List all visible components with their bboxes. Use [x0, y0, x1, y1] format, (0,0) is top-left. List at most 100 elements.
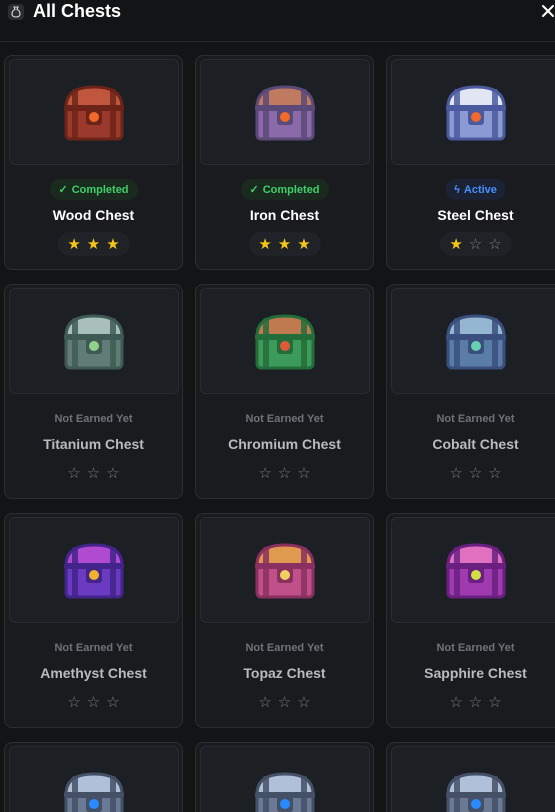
chest-icon [446, 543, 506, 599]
status-badge: Not Earned Yet [427, 637, 523, 658]
chest-icon [64, 543, 124, 599]
chest-image [391, 288, 555, 394]
star-filled-icon: ★ [449, 236, 463, 253]
star-rating: ☆ ☆ ☆ [57, 690, 129, 714]
star-rating: ★ ☆ ☆ [439, 232, 512, 256]
chest-image [9, 288, 179, 394]
star-empty-icon: ☆ [67, 694, 81, 711]
chest-icon [255, 543, 315, 599]
star-filled-icon: ★ [86, 236, 101, 253]
chest-name: Amethyst Chest [40, 665, 147, 681]
chest-image [200, 746, 370, 812]
star-empty-icon: ☆ [67, 465, 81, 482]
chest-card[interactable]: Not Earned Yet Sapphire Chest ☆ ☆ ☆ [386, 513, 555, 728]
chest-card[interactable]: Not Earned Yet Chromium Chest ☆ ☆ ☆ [195, 284, 374, 499]
chest-name: Cobalt Chest [432, 436, 519, 452]
star-rating: ☆ ☆ ☆ [439, 461, 511, 485]
status-badge: Not Earned Yet [427, 408, 523, 429]
header: All Chests [0, 0, 555, 42]
status-text: Completed [262, 183, 320, 196]
chest-icon [64, 314, 124, 370]
star-empty-icon: ☆ [258, 465, 272, 482]
chest-card[interactable]: ✓ Completed Wood Chest ★ ★ ★ [4, 55, 183, 270]
chest-card[interactable]: Not Earned Yet Titanium Chest ☆ ☆ ☆ [4, 284, 183, 499]
chest-name: Titanium Chest [43, 436, 144, 452]
chest-name: Iron Chest [249, 207, 320, 223]
star-filled-icon: ★ [297, 236, 311, 253]
chest-icon [64, 85, 124, 141]
status-text: Not Earned Yet [436, 641, 515, 654]
star-filled-icon: ★ [106, 236, 120, 253]
star-empty-icon: ☆ [449, 465, 463, 482]
chest-card[interactable] [4, 742, 183, 812]
star-empty-icon: ☆ [86, 694, 101, 711]
star-rating: ★ ★ ★ [248, 232, 321, 256]
star-empty-icon: ☆ [488, 694, 502, 711]
chest-card[interactable]: ✓ Completed Iron Chest ★ ★ ★ [195, 55, 374, 270]
status-text: Not Earned Yet [245, 641, 324, 654]
chest-image [200, 288, 370, 394]
star-rating: ☆ ☆ ☆ [57, 461, 129, 485]
status-badge: Not Earned Yet [45, 408, 141, 429]
status-badge: Not Earned Yet [45, 637, 141, 658]
lightning-icon: ϟ [454, 183, 460, 196]
check-icon: ✓ [58, 184, 68, 196]
star-empty-icon: ☆ [488, 465, 502, 482]
chest-icon [446, 85, 506, 141]
chest-card[interactable]: ϟ Active Steel Chest ★ ☆ ☆ [386, 55, 555, 270]
status-text: Not Earned Yet [54, 641, 133, 654]
status-text: Not Earned Yet [436, 412, 515, 425]
star-empty-icon: ☆ [297, 465, 311, 482]
chest-card[interactable]: Not Earned Yet Amethyst Chest ☆ ☆ ☆ [4, 513, 183, 728]
chest-icon [255, 85, 315, 141]
star-filled-icon: ★ [258, 236, 272, 253]
chest-image [9, 746, 179, 812]
chest-card[interactable] [195, 742, 374, 812]
close-icon[interactable] [539, 2, 555, 20]
chest-name: Sapphire Chest [424, 665, 527, 681]
status-text: Completed [71, 183, 129, 196]
chest-image [391, 59, 555, 165]
status-text: Not Earned Yet [245, 412, 324, 425]
status-badge: Not Earned Yet [236, 637, 332, 658]
chest-card[interactable] [386, 742, 555, 812]
star-rating: ☆ ☆ ☆ [248, 461, 320, 485]
chest-icon [64, 772, 124, 812]
star-empty-icon: ☆ [86, 465, 101, 482]
chest-icon [446, 772, 506, 812]
money-bag-icon [8, 4, 24, 20]
chest-name: Wood Chest [52, 207, 135, 223]
star-empty-icon: ☆ [106, 694, 120, 711]
chest-icon [446, 314, 506, 370]
status-badge: Not Earned Yet [236, 408, 332, 429]
chest-image [200, 59, 370, 165]
chest-image [391, 517, 555, 623]
status-text: Not Earned Yet [54, 412, 133, 425]
star-empty-icon: ☆ [297, 694, 311, 711]
status-badge: ✓ Completed [240, 179, 329, 200]
chest-image [9, 59, 179, 165]
chest-icon [255, 772, 315, 812]
star-rating: ☆ ☆ ☆ [439, 690, 511, 714]
star-empty-icon: ☆ [258, 694, 272, 711]
star-empty-icon: ☆ [468, 236, 483, 253]
chest-image [200, 517, 370, 623]
chest-name: Steel Chest [437, 207, 514, 223]
status-badge: ✓ Completed [49, 179, 138, 200]
star-rating: ★ ★ ★ [57, 232, 130, 256]
chest-image [9, 517, 179, 623]
page-title: All Chests [33, 1, 122, 21]
star-empty-icon: ☆ [106, 465, 120, 482]
star-empty-icon: ☆ [468, 465, 483, 482]
chest-name: Chromium Chest [228, 436, 341, 452]
star-empty-icon: ☆ [468, 694, 483, 711]
star-empty-icon: ☆ [449, 694, 463, 711]
chest-card[interactable]: Not Earned Yet Cobalt Chest ☆ ☆ ☆ [386, 284, 555, 499]
star-empty-icon: ☆ [488, 236, 502, 253]
star-empty-icon: ☆ [277, 465, 292, 482]
chest-card[interactable]: Not Earned Yet Topaz Chest ☆ ☆ ☆ [195, 513, 374, 728]
check-icon: ✓ [249, 184, 259, 196]
star-empty-icon: ☆ [277, 694, 292, 711]
star-filled-icon: ★ [277, 236, 292, 253]
chest-name: Topaz Chest [243, 665, 326, 681]
